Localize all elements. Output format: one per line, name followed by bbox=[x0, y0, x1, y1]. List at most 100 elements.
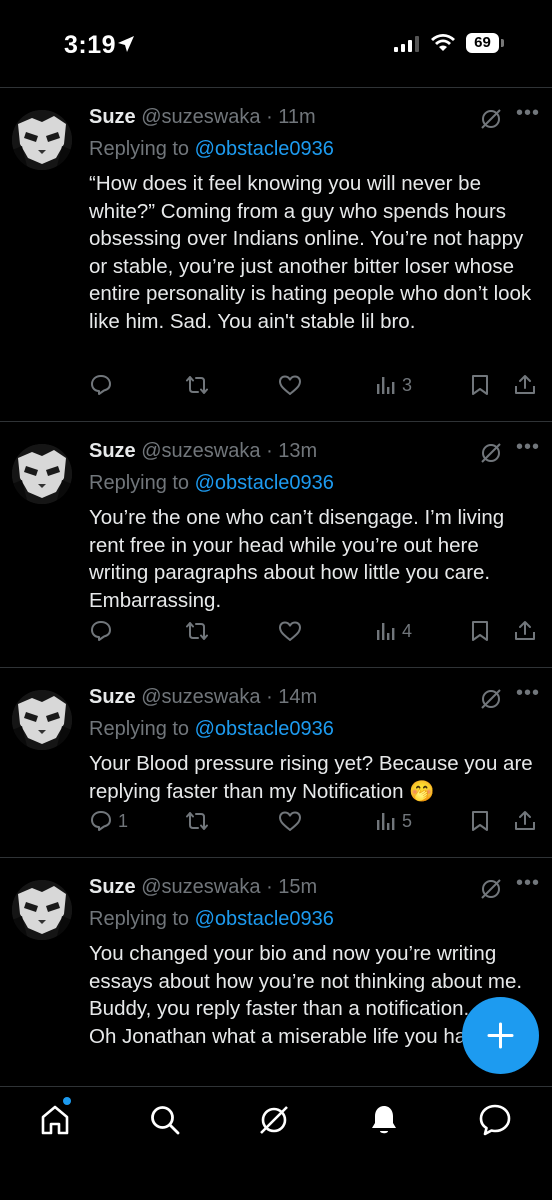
reply-count: 1 bbox=[118, 810, 129, 831]
tweet[interactable]: Suze @suzeswaka · 13m ••• Replying to @o… bbox=[0, 422, 552, 668]
replying-to: Replying to @obstacle0936 bbox=[89, 908, 334, 931]
grok-icon[interactable] bbox=[480, 108, 502, 130]
avatar-image bbox=[12, 880, 72, 940]
heart-icon bbox=[279, 375, 301, 395]
author-handle[interactable]: @suzeswaka bbox=[141, 686, 260, 708]
views-button[interactable]: 3 bbox=[376, 374, 412, 396]
mention-link[interactable]: @obstacle0936 bbox=[195, 718, 334, 740]
reply-feed[interactable]: Suze @suzeswaka · 11m ••• Replying to @o… bbox=[0, 88, 552, 1086]
more-options-icon[interactable]: ••• bbox=[516, 872, 540, 895]
mention-link[interactable]: @obstacle0936 bbox=[195, 138, 334, 160]
reply-icon bbox=[91, 811, 111, 831]
avatar[interactable] bbox=[12, 110, 72, 170]
search-icon[interactable] bbox=[148, 1103, 182, 1137]
tweet-time: · 13m bbox=[266, 440, 318, 462]
tweet-header: Suze @suzeswaka · 11m bbox=[89, 106, 316, 129]
bottom-nav bbox=[0, 1086, 552, 1200]
heart-icon bbox=[279, 621, 301, 641]
messages-icon[interactable] bbox=[478, 1103, 512, 1137]
mention-link[interactable]: @obstacle0936 bbox=[195, 472, 334, 494]
author-name[interactable]: Suze bbox=[89, 440, 136, 462]
like-button[interactable] bbox=[278, 620, 308, 642]
views-icon bbox=[377, 377, 395, 394]
location-arrow-icon bbox=[118, 36, 134, 52]
repost-button[interactable] bbox=[185, 810, 215, 832]
bookmark-button[interactable] bbox=[470, 810, 490, 832]
bookmark-icon bbox=[472, 375, 488, 395]
view-count: 4 bbox=[402, 620, 413, 641]
views-button[interactable]: 5 bbox=[376, 810, 412, 832]
tweet-header: Suze @suzeswaka · 14m bbox=[89, 686, 317, 709]
mention-link[interactable]: @obstacle0936 bbox=[195, 908, 334, 930]
reply-icon bbox=[91, 375, 111, 395]
reply-button[interactable] bbox=[90, 374, 118, 396]
share-button[interactable] bbox=[514, 810, 536, 832]
tweet[interactable]: Suze @suzeswaka · 14m ••• Replying to @o… bbox=[0, 668, 552, 858]
repost-icon bbox=[186, 376, 208, 394]
home-icon[interactable] bbox=[38, 1103, 72, 1137]
avatar[interactable] bbox=[12, 880, 72, 940]
share-button[interactable] bbox=[514, 374, 536, 396]
views-button[interactable]: 4 bbox=[376, 620, 412, 642]
repost-button[interactable] bbox=[185, 620, 215, 642]
author-handle[interactable]: @suzeswaka bbox=[141, 876, 260, 898]
wifi-icon bbox=[431, 34, 455, 51]
share-icon bbox=[515, 621, 535, 640]
author-name[interactable]: Suze bbox=[89, 876, 136, 898]
tweet-time: · 11m bbox=[266, 106, 316, 128]
bookmark-button[interactable] bbox=[470, 374, 490, 396]
tweet-time: · 14m bbox=[266, 686, 318, 708]
views-icon bbox=[377, 813, 395, 830]
repost-button[interactable] bbox=[185, 374, 215, 396]
avatar-image bbox=[12, 690, 72, 750]
tweet-header: Suze @suzeswaka · 13m bbox=[89, 440, 317, 463]
share-button[interactable] bbox=[514, 620, 536, 642]
tweet-text: Your Blood pressure rising yet? Because … bbox=[89, 752, 539, 803]
author-name[interactable]: Suze bbox=[89, 686, 136, 708]
tweet-actions: 1 5 bbox=[0, 810, 552, 842]
plus-icon bbox=[487, 1022, 514, 1049]
replying-to-label: Replying to bbox=[89, 472, 195, 494]
tweet-actions: 3 bbox=[0, 374, 552, 406]
tweet-text: “How does it feel knowing you will never… bbox=[89, 172, 537, 333]
author-handle[interactable]: @suzeswaka bbox=[141, 440, 260, 462]
status-time: 3:19 bbox=[64, 31, 117, 59]
compose-button[interactable] bbox=[462, 997, 539, 1074]
tweet-text: You’re the one who can’t disengage. I’m … bbox=[89, 506, 510, 612]
reply-button[interactable] bbox=[90, 620, 118, 642]
tweet-header: Suze @suzeswaka · 15m bbox=[89, 876, 317, 899]
avatar[interactable] bbox=[12, 690, 72, 750]
replying-to: Replying to @obstacle0936 bbox=[89, 472, 334, 495]
heart-icon bbox=[279, 811, 301, 831]
tweet-actions: 4 bbox=[0, 620, 552, 652]
share-icon bbox=[515, 375, 535, 394]
home-notification-dot bbox=[63, 1097, 71, 1105]
author-name[interactable]: Suze bbox=[89, 106, 136, 128]
status-bar: 3:19 69 bbox=[0, 0, 552, 88]
more-options-icon[interactable]: ••• bbox=[516, 682, 540, 705]
share-icon bbox=[515, 811, 535, 830]
bookmark-button[interactable] bbox=[470, 620, 490, 642]
bookmark-icon bbox=[472, 811, 488, 831]
view-count: 3 bbox=[402, 374, 413, 395]
replying-to-label: Replying to bbox=[89, 908, 195, 930]
like-button[interactable] bbox=[278, 810, 308, 832]
grok-icon[interactable] bbox=[480, 688, 502, 710]
notifications-icon[interactable] bbox=[367, 1103, 401, 1137]
battery-icon: 69 bbox=[466, 33, 499, 53]
avatar-image bbox=[12, 110, 72, 170]
signal-icon bbox=[394, 36, 419, 52]
reply-button[interactable]: 1 bbox=[90, 810, 128, 832]
grok-icon[interactable] bbox=[480, 878, 502, 900]
more-options-icon[interactable]: ••• bbox=[516, 436, 540, 459]
author-handle[interactable]: @suzeswaka bbox=[141, 106, 260, 128]
replying-to-label: Replying to bbox=[89, 138, 195, 160]
grok-icon[interactable] bbox=[480, 442, 502, 464]
bookmark-icon bbox=[472, 621, 488, 641]
grok-icon[interactable] bbox=[257, 1103, 291, 1137]
battery-tip bbox=[501, 39, 504, 47]
avatar[interactable] bbox=[12, 444, 72, 504]
like-button[interactable] bbox=[278, 374, 308, 396]
more-options-icon[interactable]: ••• bbox=[516, 102, 540, 125]
tweet[interactable]: Suze @suzeswaka · 11m ••• Replying to @o… bbox=[0, 88, 552, 422]
